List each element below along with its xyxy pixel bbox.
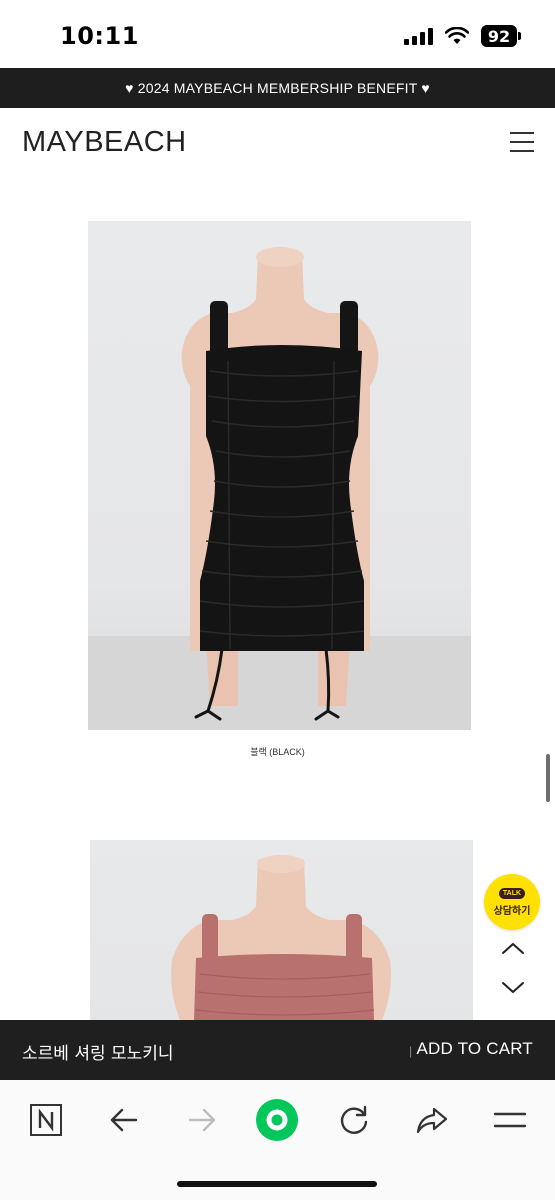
product-image-pink [90, 840, 473, 1020]
home-circle-icon[interactable] [255, 1099, 299, 1141]
promo-text: ♥ 2024 MAYBEACH MEMBERSHIP BENEFIT ♥ [125, 80, 430, 96]
product-photo-black [88, 247, 471, 730]
product-photo-pink [171, 855, 391, 1020]
talk-bubble-icon: TALK [498, 887, 526, 899]
product-image-black [88, 221, 471, 730]
battery-icon: 92 [481, 25, 521, 47]
talk-consult-label: 상담하기 [493, 905, 531, 917]
talk-consult-button[interactable]: TALK 상담하기 [484, 874, 540, 930]
cart-bar: 소르베 셔링 모노키니 | ADD TO CART [0, 1020, 555, 1080]
product-caption: 블랙 (BLACK) [250, 747, 305, 757]
status-icons: 92 [404, 25, 521, 47]
wifi-icon [445, 27, 469, 44]
hamburger-menu-icon[interactable] [510, 132, 534, 152]
scrollbar[interactable] [546, 754, 550, 802]
signal-icon [404, 27, 433, 45]
naver-n-icon[interactable] [24, 1100, 68, 1140]
site-header: MAYBEACH [0, 108, 555, 178]
status-time: 10:11 [60, 22, 139, 50]
home-indicator [177, 1181, 377, 1187]
status-bar: 10:11 92 [0, 0, 555, 68]
add-to-cart-button[interactable]: ADD TO CART [416, 1039, 533, 1059]
menu-icon[interactable] [488, 1100, 532, 1140]
cart-product-name: 소르베 셔링 모노키니 [22, 1044, 174, 1064]
promo-banner[interactable]: ♥ 2024 MAYBEACH MEMBERSHIP BENEFIT ♥ [0, 68, 555, 108]
forward-arrow-icon[interactable] [180, 1100, 224, 1140]
cart-divider: | [409, 1044, 413, 1058]
reload-icon[interactable] [332, 1100, 376, 1140]
scroll-down-chevron-icon[interactable] [497, 973, 529, 1001]
brand-logo[interactable]: MAYBEACH [22, 126, 187, 159]
back-arrow-icon[interactable] [102, 1100, 146, 1140]
scroll-up-chevron-icon[interactable] [497, 935, 529, 963]
share-icon[interactable] [410, 1100, 454, 1140]
